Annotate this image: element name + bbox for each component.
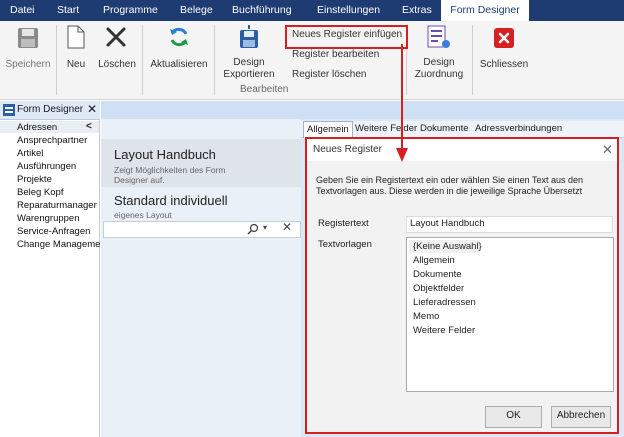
close-label: Schliessen bbox=[479, 59, 529, 70]
tab-adressverbindungen[interactable]: Adressverbindungen bbox=[475, 123, 562, 134]
left-navigation-panel: Form Designer ✕ < Adressen Ansprechpartn… bbox=[0, 101, 104, 437]
delete-label: Löschen bbox=[98, 59, 136, 70]
menu-datei[interactable]: Datei bbox=[10, 0, 35, 21]
design-assignment-button[interactable]: Design Zuordnung bbox=[410, 21, 468, 83]
new-document-icon bbox=[67, 25, 85, 49]
refresh-label: Aktualisieren bbox=[150, 59, 208, 70]
menu-form-designer[interactable]: Form Designer bbox=[441, 0, 529, 21]
registertext-value: Layout Handbuch bbox=[410, 218, 485, 229]
tab-allgemein[interactable]: Allgemein bbox=[303, 121, 353, 138]
close-red-icon bbox=[494, 28, 514, 48]
nav-item-beleg-kopf[interactable]: Beleg Kopf bbox=[17, 187, 63, 198]
dialog-title: Neues Register bbox=[313, 144, 382, 155]
menu-programme[interactable]: Programme bbox=[103, 0, 158, 21]
layout-card-title: Layout Handbuch bbox=[114, 147, 216, 162]
list-item[interactable]: Memo bbox=[413, 311, 439, 322]
ribbon-divider bbox=[472, 25, 473, 95]
ribbon-divider bbox=[56, 25, 57, 95]
delete-x-icon bbox=[106, 27, 126, 47]
list-item[interactable]: Lieferadressen bbox=[413, 297, 476, 308]
list-item[interactable]: Dokumente bbox=[413, 269, 462, 280]
export-disk-icon bbox=[240, 25, 258, 48]
layout-list-panel: ▾ ✕ Layout Handbuch Zeigt Möglichkeiten … bbox=[101, 101, 301, 437]
search-icon[interactable] bbox=[247, 223, 259, 235]
edit-register-button[interactable]: Register bearbeiten bbox=[292, 49, 379, 60]
left-panel-header: Form Designer ✕ bbox=[0, 101, 100, 120]
new-register-dialog: Neues Register ✕ Geben Sie ein Registert… bbox=[305, 137, 619, 434]
annotation-highlight-box bbox=[285, 25, 408, 49]
nav-item-artikel[interactable]: Artikel bbox=[17, 148, 43, 159]
menu-buchfuehrung[interactable]: Buchführung bbox=[232, 0, 292, 21]
editor-header bbox=[301, 101, 624, 119]
collapse-chevron-icon[interactable]: < bbox=[86, 121, 92, 132]
refresh-button[interactable]: Aktualisieren bbox=[148, 21, 210, 81]
ribbon-group-label: Bearbeiten bbox=[240, 84, 289, 95]
save-button[interactable]: Speichern bbox=[4, 21, 52, 81]
nav-item-reparaturmanager[interactable]: Reparaturmanager bbox=[17, 200, 97, 211]
search-options-chevron-icon[interactable]: ▾ bbox=[263, 223, 267, 232]
list-item[interactable]: Allgemein bbox=[413, 255, 455, 266]
layout-card[interactable]: Standard individuell eigenes Layout bbox=[101, 189, 301, 221]
list-item[interactable]: Objektfelder bbox=[413, 283, 464, 294]
cancel-button[interactable]: Abbrechen bbox=[551, 406, 611, 428]
close-designer-button[interactable]: Schliessen bbox=[476, 21, 532, 81]
layout-card-subtitle: Zeigt Möglichkeiten des Form Designer au… bbox=[114, 165, 226, 185]
save-label: Speichern bbox=[5, 59, 51, 70]
nav-item-warengruppen[interactable]: Warengruppen bbox=[17, 213, 80, 224]
export-label-line1: Design bbox=[233, 57, 265, 68]
menu-bar: Datei Start Programme Belege Buchführung… bbox=[0, 0, 624, 21]
form-designer-icon bbox=[3, 104, 15, 116]
textvorlagen-label: Textvorlagen bbox=[318, 239, 372, 250]
nav-item-ansprechpartner[interactable]: Ansprechpartner bbox=[17, 135, 87, 146]
tab-dokumente[interactable]: Dokumente bbox=[420, 123, 469, 134]
layout-search-field[interactable] bbox=[103, 221, 301, 238]
menu-extras[interactable]: Extras bbox=[402, 0, 432, 21]
ok-button[interactable]: OK bbox=[485, 406, 542, 428]
list-item[interactable]: {Keine Auswahl} bbox=[413, 241, 482, 252]
export-design-button[interactable]: Design Exportieren bbox=[218, 21, 280, 83]
nav-item-change-management[interactable]: Change Managemer bbox=[17, 239, 104, 250]
menu-start[interactable]: Start bbox=[57, 0, 79, 21]
layout-panel-header bbox=[101, 101, 301, 119]
list-item[interactable]: Weitere Felder bbox=[413, 325, 475, 336]
assign-label-line1: Design bbox=[423, 57, 455, 68]
save-icon bbox=[18, 28, 38, 48]
delete-button[interactable]: Löschen bbox=[96, 21, 138, 81]
dialog-description: Geben Sie ein Registertext ein oder wähl… bbox=[316, 175, 584, 196]
close-icon[interactable]: ✕ bbox=[87, 102, 97, 116]
nav-item-projekte[interactable]: Projekte bbox=[17, 174, 52, 185]
ribbon-divider bbox=[142, 25, 143, 95]
annotation-arrow-icon bbox=[396, 44, 408, 162]
register-tab-strip: Allgemein Weitere Felder Dokumente Adres… bbox=[301, 121, 624, 138]
nav-item-adressen[interactable]: Adressen bbox=[17, 122, 57, 133]
nav-item-ausfuehrungen[interactable]: Ausführungen bbox=[17, 161, 76, 172]
close-icon[interactable]: ✕ bbox=[282, 220, 292, 234]
nav-item-service-anfragen[interactable]: Service-Anfragen bbox=[17, 226, 90, 237]
layout-card-selected[interactable]: Layout Handbuch Zeigt Möglichkeiten des … bbox=[101, 139, 301, 187]
delete-register-button[interactable]: Register löschen bbox=[292, 69, 366, 80]
design-assignment-icon bbox=[427, 25, 450, 48]
layout-card-subtitle: eigenes Layout bbox=[114, 210, 172, 220]
registertext-label: Registertext bbox=[318, 218, 369, 229]
menu-belege[interactable]: Belege bbox=[180, 0, 213, 21]
assign-label-line2: Zuordnung bbox=[414, 69, 464, 80]
layout-card-title: Standard individuell bbox=[114, 193, 228, 208]
export-label-line2: Exportieren bbox=[223, 69, 275, 80]
left-panel-title: Form Designer bbox=[17, 104, 84, 115]
textvorlagen-listbox[interactable]: {Keine Auswahl} Allgemein Dokumente Obje… bbox=[406, 237, 614, 392]
ribbon-divider bbox=[214, 25, 215, 95]
new-button[interactable]: Neu bbox=[60, 21, 92, 81]
registertext-input[interactable]: Layout Handbuch bbox=[406, 216, 613, 233]
close-icon[interactable]: ✕ bbox=[602, 142, 613, 158]
new-label: Neu bbox=[66, 59, 86, 70]
menu-einstellungen[interactable]: Einstellungen bbox=[317, 0, 380, 21]
dialog-titlebar: Neues Register ✕ bbox=[307, 139, 617, 161]
refresh-icon bbox=[170, 27, 188, 47]
